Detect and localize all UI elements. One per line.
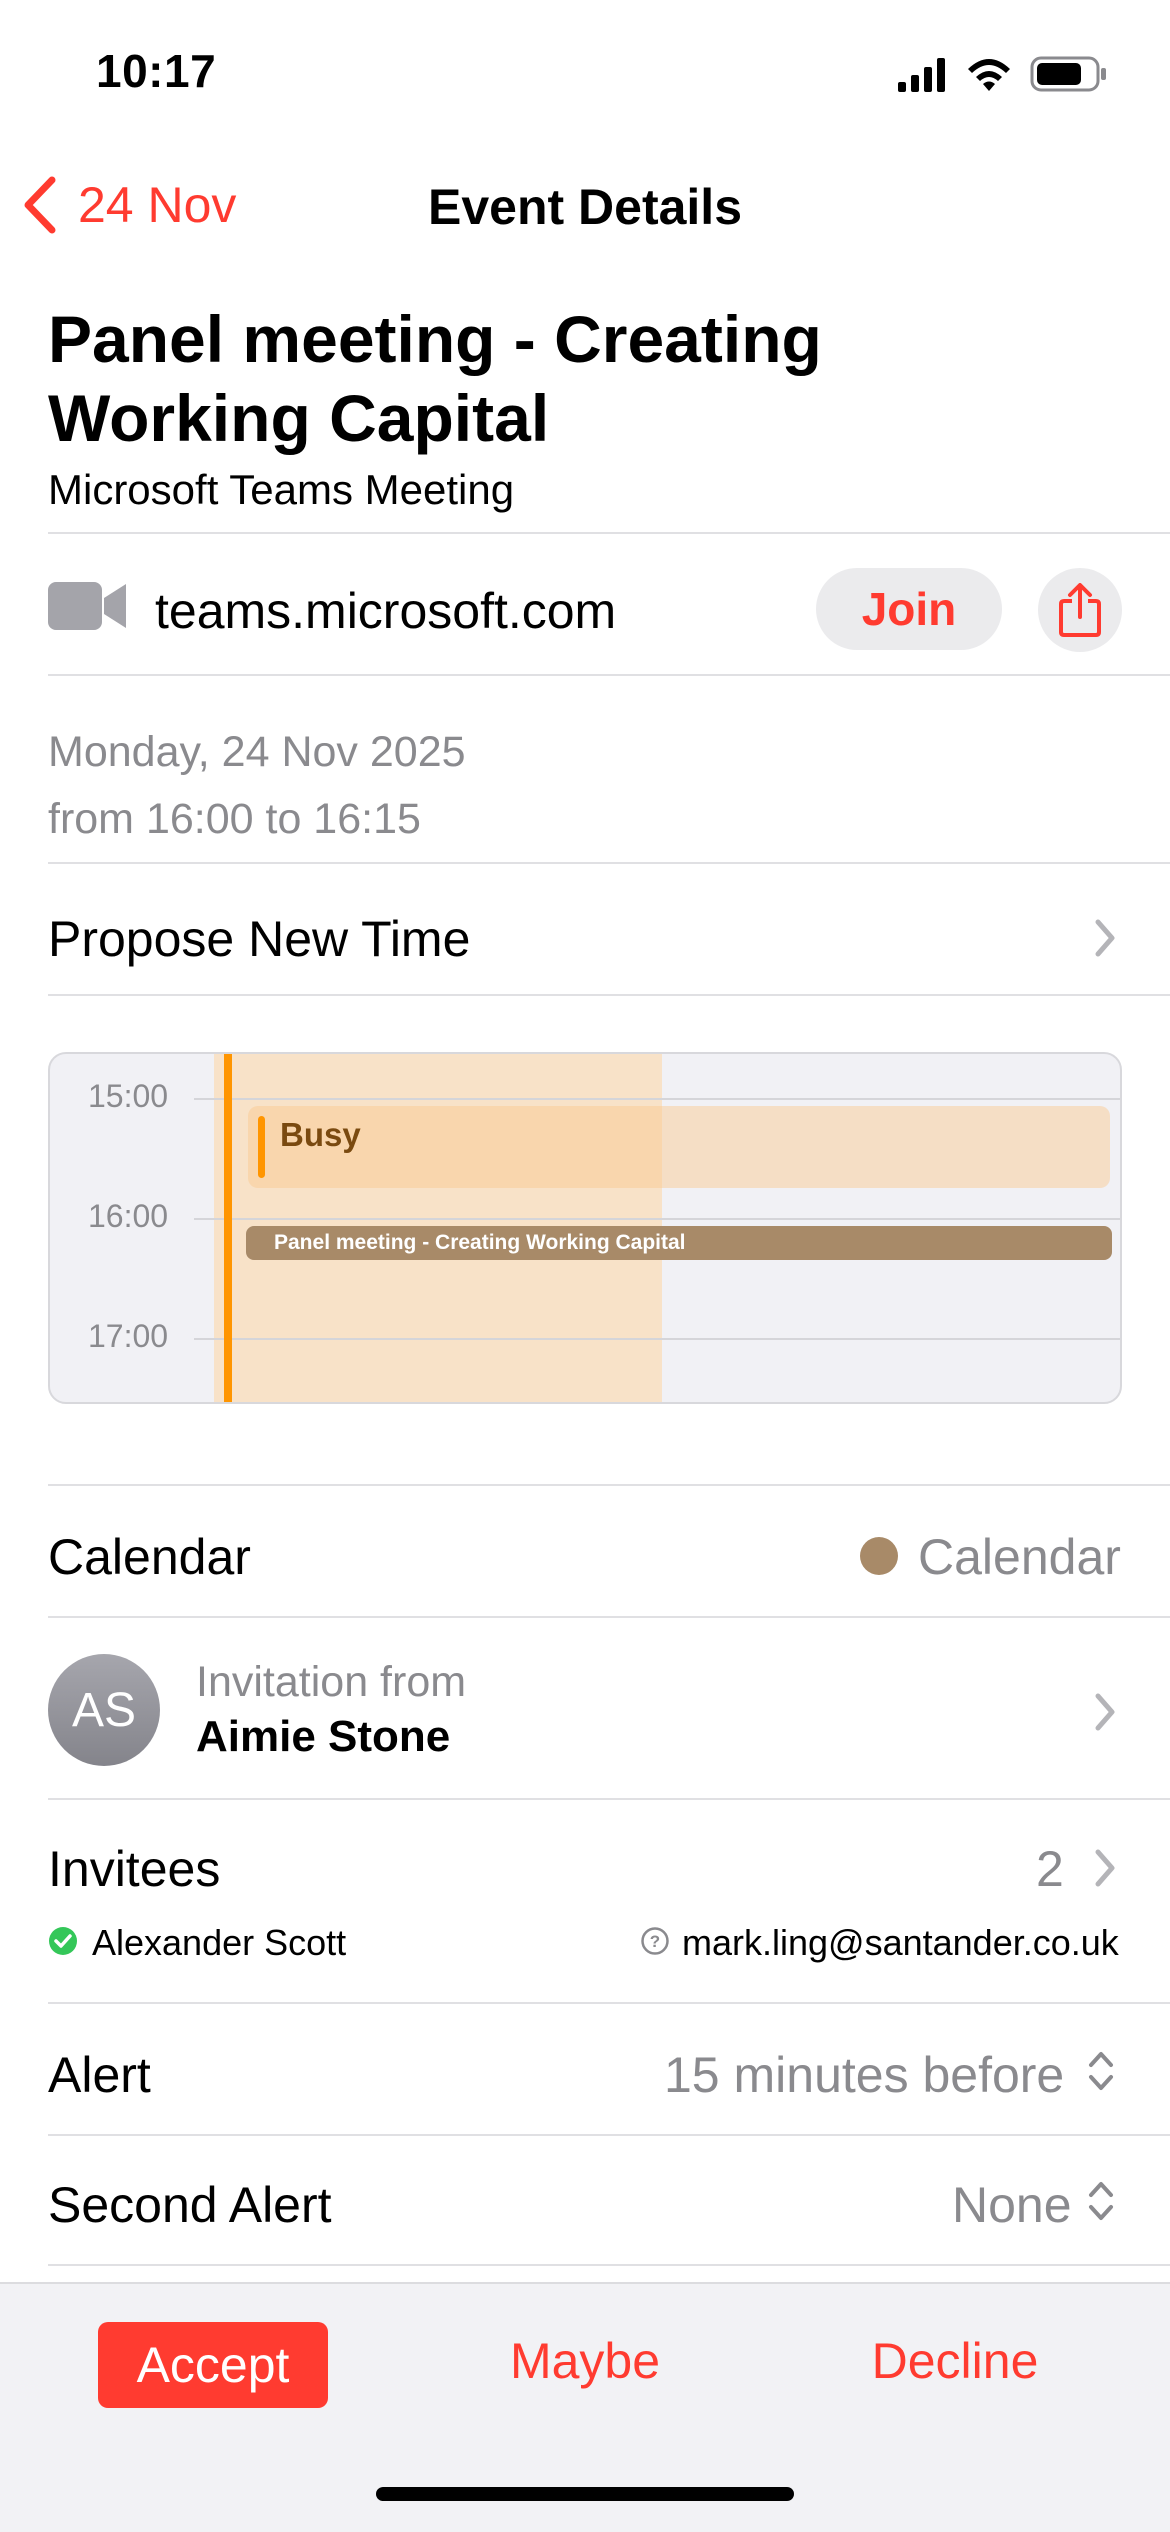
hour-label: 15:00 <box>88 1078 169 1114</box>
invitation-row[interactable] <box>0 1618 1170 1798</box>
invitees-row[interactable] <box>0 1800 1170 2000</box>
chevron-up-down-icon <box>1086 2176 1116 2231</box>
busy-label: Busy <box>280 1116 361 1153</box>
avatar: AS <box>48 1654 160 1766</box>
maybe-button[interactable]: Maybe <box>480 2332 690 2390</box>
divider <box>48 2134 1170 2136</box>
event-time-range: from 16:00 to 16:15 <box>48 795 421 843</box>
event-title: Panel meeting - Creating Working Capital <box>48 302 822 455</box>
cellular-signal-icon <box>898 58 948 97</box>
hour-label: 16:00 <box>88 1198 169 1234</box>
chevron-up-down-icon <box>1086 2046 1116 2101</box>
status-time: 10:17 <box>96 45 217 97</box>
busy-marker <box>258 1116 265 1178</box>
invitee-name: Alexander Scott <box>92 1922 347 1963</box>
divider <box>48 2264 1170 2266</box>
calendar-label: Calendar <box>48 1529 251 1585</box>
divider <box>48 674 1170 676</box>
alert-value[interactable]: 15 minutes before <box>664 2046 1064 2104</box>
busy-block <box>248 1106 1110 1188</box>
alert-label: Alert <box>48 2047 151 2103</box>
second-alert-value[interactable]: None <box>952 2176 1072 2234</box>
share-icon <box>1059 583 1101 637</box>
meeting-link[interactable]: teams.microsoft.com <box>155 582 616 640</box>
accepted-check-icon <box>48 1926 78 1961</box>
hour-line <box>194 1338 1120 1340</box>
invitees-label: Invitees <box>48 1841 221 1897</box>
wifi-icon <box>964 55 1014 98</box>
divider <box>48 994 1170 996</box>
divider <box>48 2002 1170 2004</box>
calendar-color-dot <box>860 1537 898 1575</box>
propose-new-time-label: Propose New Time <box>48 911 471 967</box>
calendar-value[interactable]: Calendar <box>918 1528 1121 1586</box>
accept-button[interactable]: Accept <box>98 2322 328 2408</box>
organizer-name: Aimie Stone <box>196 1712 451 1761</box>
second-alert-label: Second Alert <box>48 2177 332 2233</box>
meeting-block: Panel meeting - Creating Working Capital <box>246 1226 1112 1260</box>
join-button[interactable]: Join <box>816 568 1002 650</box>
chevron-right-icon <box>1094 1692 1116 1737</box>
invitation-label: Invitation from <box>196 1658 467 1706</box>
event-subtitle: Microsoft Teams Meeting <box>48 466 515 513</box>
event-date: Monday, 24 Nov 2025 <box>48 728 466 776</box>
current-time-indicator <box>224 1054 232 1402</box>
svg-text:?: ? <box>650 1932 660 1951</box>
decline-button[interactable]: Decline <box>840 2332 1070 2390</box>
video-camera-icon <box>48 580 126 637</box>
divider <box>48 1484 1170 1486</box>
home-indicator[interactable] <box>376 2487 794 2501</box>
chevron-right-icon <box>1094 918 1116 963</box>
page-title: Event Details <box>427 179 742 235</box>
hour-line <box>194 1218 1120 1220</box>
share-button[interactable] <box>1038 568 1122 652</box>
hour-label: 17:00 <box>88 1318 169 1354</box>
battery-icon <box>1030 55 1110 98</box>
chevron-right-icon <box>1094 1848 1116 1893</box>
invitee-name: mark.ling@santander.co.uk <box>682 1922 1119 1963</box>
divider <box>48 532 1170 534</box>
day-schedule-preview: 15:00 16:00 17:00 Busy Panel meeting - C… <box>48 1052 1122 1404</box>
question-mark-icon: ? <box>640 1926 670 1961</box>
hour-line <box>194 1098 1120 1100</box>
invitees-count: 2 <box>1036 1841 1064 1897</box>
